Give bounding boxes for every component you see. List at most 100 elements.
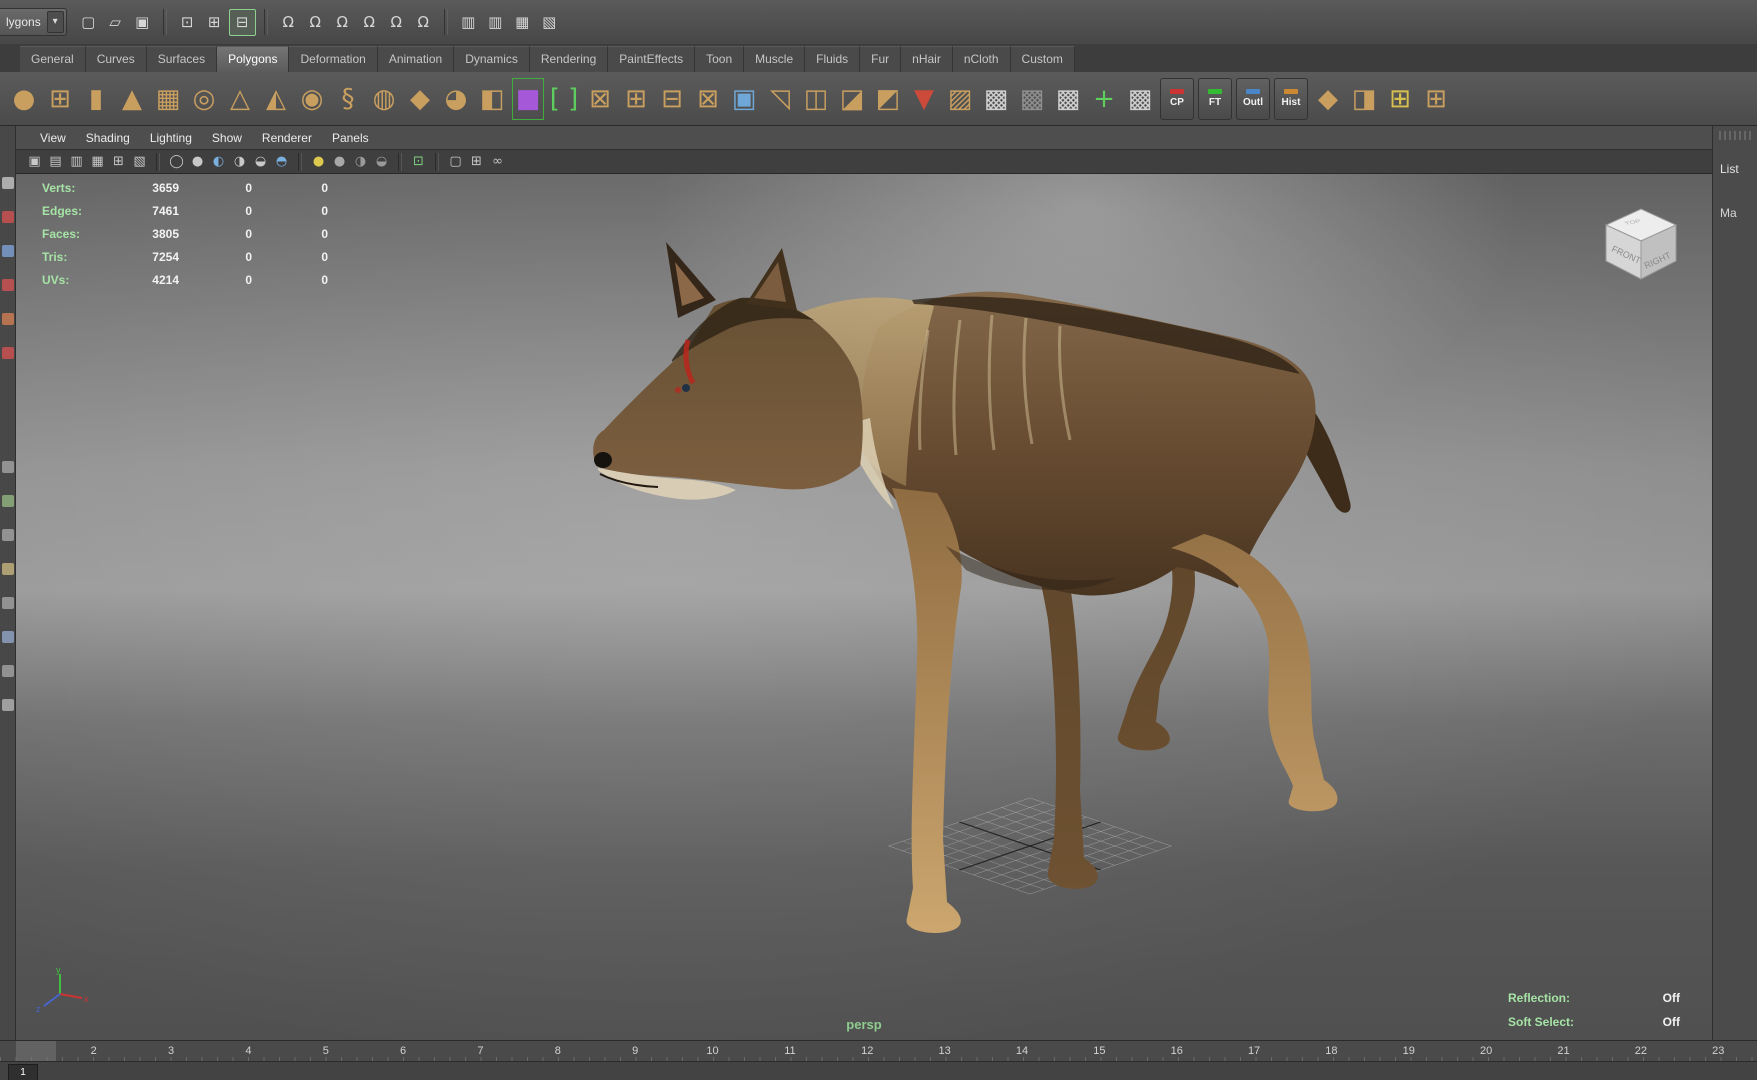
use-default-material-icon[interactable]: ◑ — [229, 150, 250, 174]
poly-brackets-icon[interactable]: [ ] — [546, 76, 582, 122]
shelf-tab-polygons[interactable]: Polygons — [217, 46, 290, 72]
panel-menu-renderer[interactable]: Renderer — [252, 126, 322, 150]
toolbox-item-a-icon[interactable] — [1, 461, 14, 473]
bookmark-icon[interactable]: ▥ — [66, 150, 87, 174]
paint-select-tool-icon[interactable] — [1, 245, 14, 257]
poly-cube-icon[interactable]: ⊞ — [42, 76, 78, 122]
poly-crease-icon[interactable]: ◩ — [870, 76, 906, 122]
panel-grip-icon[interactable] — [1719, 131, 1751, 140]
view-cube[interactable]: TOP FRONT RIGHT — [1596, 205, 1686, 285]
poly-cylinder-icon[interactable]: ▮ — [78, 76, 114, 122]
poly-project-icon[interactable]: ⊞ — [1382, 76, 1418, 122]
poly-bridge-icon[interactable]: ◫ — [798, 76, 834, 122]
shelf-tab-painteffects[interactable]: PaintEffects — [608, 46, 696, 72]
scale-tool-icon[interactable] — [1, 347, 14, 359]
uv-snapshot-icon[interactable]: ▩ — [1014, 76, 1050, 122]
shelf-tab-muscle[interactable]: Muscle — [744, 46, 806, 72]
toolbox-item-d-icon[interactable] — [1, 563, 14, 575]
highlight-selection-icon[interactable]: ⊡ — [408, 150, 429, 174]
outl-button[interactable]: Outl — [1236, 77, 1270, 120]
shelf-tab-surfaces[interactable]: Surfaces — [146, 46, 218, 72]
snap-view-plane-icon[interactable]: Ω — [384, 10, 409, 35]
attribute-editor-list-menu[interactable]: List — [1713, 162, 1757, 176]
poly-fill-hole-icon[interactable]: ▣ — [726, 76, 762, 122]
range-start-field[interactable]: 1 — [8, 1064, 38, 1080]
save-scene-icon[interactable]: ▣ — [130, 10, 155, 35]
toolbox-item-h-icon[interactable] — [1, 699, 14, 711]
poly-soccer-ball-icon[interactable]: ◍ — [366, 76, 402, 122]
shelf-tab-animation[interactable]: Animation — [377, 46, 455, 72]
shelf-tab-toon[interactable]: Toon — [695, 46, 745, 72]
make-live-icon[interactable]: Ω — [411, 10, 436, 35]
xray-icon[interactable]: ◒ — [250, 150, 271, 174]
open-scene-icon[interactable]: ▱ — [103, 10, 128, 35]
snap-curve-icon[interactable]: Ω — [303, 10, 328, 35]
share-edits-icon[interactable]: ∞ — [487, 150, 508, 174]
select-tool-icon[interactable] — [1, 177, 14, 189]
poly-helix-icon[interactable]: § — [330, 76, 366, 122]
smooth-shade-icon[interactable]: ● — [187, 150, 208, 174]
uv-move-icon[interactable]: + — [1086, 76, 1122, 122]
panel-menu-view[interactable]: View — [30, 126, 76, 150]
lasso-tool-icon[interactable] — [1, 211, 14, 223]
range-slider[interactable]: 1 — [0, 1061, 1757, 1080]
uv-checker-icon[interactable]: ▩ — [978, 76, 1014, 122]
pan-zoom-icon[interactable]: ⊞ — [108, 150, 129, 174]
uv-editor-icon[interactable]: ▩ — [1050, 76, 1086, 122]
panel-menu-lighting[interactable]: Lighting — [140, 126, 202, 150]
input-connections-icon[interactable]: ▥ — [456, 10, 481, 35]
snap-projected-center-icon[interactable]: Ω — [357, 10, 382, 35]
snap-grid-icon[interactable]: Ω — [276, 10, 301, 35]
poly-cone-icon[interactable]: ▲ — [114, 76, 150, 122]
shadows-icon[interactable]: ◑ — [350, 150, 371, 174]
viewport-canvas[interactable]: Verts: 3659 0 0 Edges: 7461 0 0 Faces: 3805 0 0 Tris… — [16, 174, 1712, 1040]
toolbox-item-g-icon[interactable] — [1, 665, 14, 677]
wireframe-on-shaded-icon[interactable]: ◓ — [271, 150, 292, 174]
select-cube-icon[interactable]: ⊠ — [582, 76, 618, 122]
select-hierarchy-icon[interactable]: ⊡ — [175, 10, 200, 35]
shelf-tab-nhair[interactable]: nHair — [901, 46, 953, 72]
poly-sphere-icon[interactable]: ● — [6, 76, 42, 122]
shelf-tab-curves[interactable]: Curves — [85, 46, 147, 72]
poly-torus-icon[interactable]: ◎ — [186, 76, 222, 122]
uv-grid-icon[interactable]: ▩ — [1122, 76, 1158, 122]
poly-extract-icon[interactable]: ⊠ — [690, 76, 726, 122]
wireframe-icon[interactable]: ◯ — [166, 150, 187, 174]
panel-menu-show[interactable]: Show — [202, 126, 252, 150]
default-light-icon[interactable]: ● — [308, 150, 329, 174]
poly-quad-strip-icon[interactable]: ⊞ — [1418, 76, 1454, 122]
select-object-icon[interactable]: ⊞ — [202, 10, 227, 35]
poly-combine-icon[interactable]: ⊞ — [618, 76, 654, 122]
shelf-tab-ncloth[interactable]: nCloth — [952, 46, 1011, 72]
chevron-down-icon[interactable]: ▾ — [46, 11, 64, 33]
time-slider[interactable]: 2 3 4 5 6 7 8 9 10 11 12 13 14 15 16 17 18 19 20 21 22 23 — [0, 1040, 1757, 1062]
shelf-tab-rendering[interactable]: Rendering — [529, 46, 609, 72]
shelf-tab-deformation[interactable]: Deformation — [289, 46, 378, 72]
poly-spin-edge-icon[interactable]: ◆ — [1310, 76, 1346, 122]
shelf-tab-general[interactable]: General — [20, 46, 86, 72]
subdiv-display-icon[interactable]: ⊞ — [466, 150, 487, 174]
poly-texture-cube-icon[interactable]: ■ — [510, 76, 546, 122]
toolbox-item-c-icon[interactable] — [1, 529, 14, 541]
wolf-mesh[interactable] — [593, 242, 1351, 933]
poly-platonic-icon[interactable]: ◆ — [402, 76, 438, 122]
toolbox-item-f-icon[interactable] — [1, 631, 14, 643]
cp-button[interactable]: CP — [1160, 77, 1194, 120]
menu-set-selector[interactable]: lygons ▾ — [0, 8, 67, 36]
panel-menu-panels[interactable]: Panels — [322, 126, 379, 150]
isolate-select-icon[interactable]: ▢ — [445, 150, 466, 174]
poly-pyramid-icon[interactable]: ◭ — [258, 76, 294, 122]
rotate-tool-icon[interactable] — [1, 313, 14, 325]
toolbox-item-e-icon[interactable] — [1, 597, 14, 609]
poly-prism-icon[interactable]: △ — [222, 76, 258, 122]
new-scene-icon[interactable]: ▢ — [76, 10, 101, 35]
select-component-icon[interactable]: ⊟ — [228, 8, 256, 36]
panel-menu-shading[interactable]: Shading — [76, 126, 140, 150]
textured-icon[interactable]: ◐ — [208, 150, 229, 174]
camera-select-icon[interactable]: ▣ — [24, 150, 45, 174]
transfer-attributes-icon[interactable]: ▨ — [942, 76, 978, 122]
snap-point-icon[interactable]: Ω — [330, 10, 355, 35]
render-view-icon[interactable]: ▧ — [537, 10, 562, 35]
poly-bevel-icon[interactable]: ◪ — [834, 76, 870, 122]
ambient-occlusion-icon[interactable]: ◒ — [371, 150, 392, 174]
